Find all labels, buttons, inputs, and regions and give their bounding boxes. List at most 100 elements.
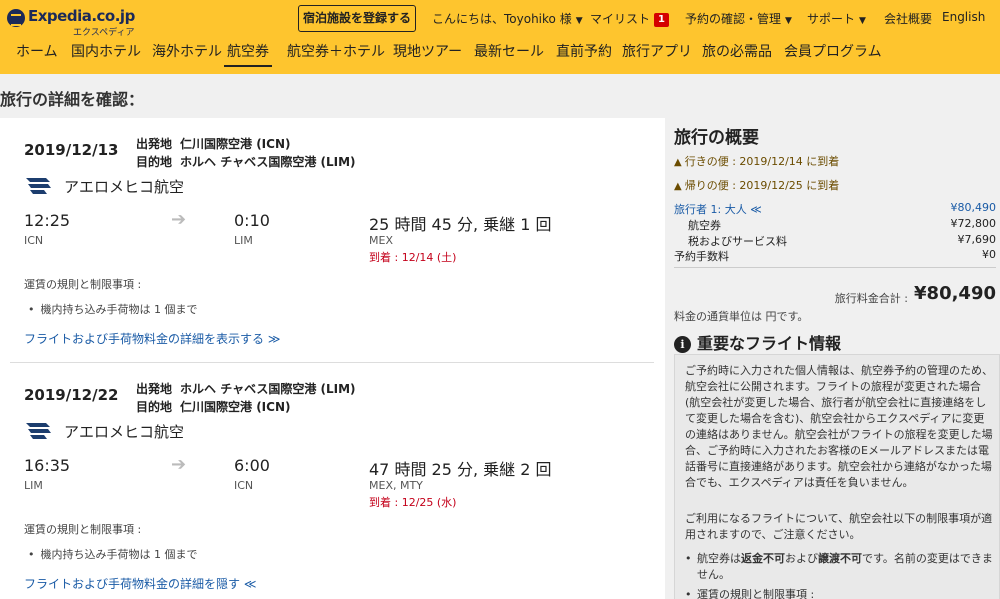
- origin-row: 出発地 ホルヘ チャベス国際空港 (LIM): [136, 380, 356, 397]
- origin-value: 仁川国際空港 (ICN): [180, 137, 291, 151]
- chevron-down-icon: ▼: [575, 16, 583, 26]
- arrival-time: 6:00: [234, 456, 270, 475]
- trips-menu[interactable]: 予約の確認・管理 ▼: [685, 10, 792, 27]
- destination-label: 目的地: [136, 400, 173, 414]
- travelers-amount: ¥80,490: [950, 201, 997, 214]
- departure-time: 16:35: [24, 456, 71, 475]
- hide-details-link[interactable]: フライトおよび手荷物料金の詳細を隠す ≪: [24, 575, 256, 592]
- arrow-right-icon: ➔: [171, 209, 187, 230]
- destination-label: 目的地: [136, 155, 173, 169]
- connection-airports: MEX: [369, 234, 393, 247]
- airfare-amount: ¥72,800: [950, 217, 997, 230]
- currency-note: 料金の通貨単位は 円です。: [674, 310, 809, 323]
- airline-name: アエロメヒコ航空: [64, 423, 185, 441]
- travelers-toggle[interactable]: 旅行者 1: 大人 ≪: [674, 201, 762, 217]
- nav-flight-hotel[interactable]: 航空券＋ホテル: [287, 41, 385, 67]
- company-link[interactable]: 会社概要: [884, 10, 932, 27]
- booking-fee-label: 予約手数料: [674, 250, 729, 263]
- register-property-button[interactable]: 宿泊施設を登録する: [298, 5, 416, 32]
- outbound-arrival-text: 行きの便 : 2019/12/14 に到着: [684, 155, 840, 168]
- page-title: 旅行の詳細を確認：: [0, 90, 145, 109]
- flight-date: 2019/12/13: [24, 141, 119, 159]
- nav-home[interactable]: ホーム: [16, 41, 58, 67]
- summary-divider: [674, 267, 996, 268]
- arrival-code: ICN: [234, 479, 254, 492]
- nav-sale[interactable]: 最新セール: [474, 41, 544, 67]
- show-details-link[interactable]: フライトおよび手荷物料金の詳細を表示する ≫: [24, 330, 280, 347]
- nav-app[interactable]: 旅行アプリ: [622, 41, 692, 67]
- booking-fee-amount: ¥0: [982, 248, 996, 261]
- important-info-heading: i 重要なフライト情報: [674, 330, 841, 354]
- expedia-logo[interactable]: Expedia.co.jp エクスペディア: [7, 7, 135, 38]
- globe-icon: [7, 9, 25, 27]
- departure-code: LIM: [24, 479, 43, 492]
- info-emphasis: 譲渡不可: [818, 552, 862, 565]
- mylist-label: マイリスト: [590, 12, 651, 26]
- info-emphasis: 返金不可: [741, 552, 785, 565]
- nav-membership[interactable]: 会員プログラム: [784, 41, 882, 67]
- return-arrival-text: 帰りの便 : 2019/12/25 に到着: [684, 179, 840, 192]
- arrival-date-note: 到着 : 12/14 (土): [369, 251, 457, 264]
- aeromexico-logo-icon: [26, 423, 51, 439]
- destination-row: 目的地 ホルヘ チャベス国際空港 (LIM): [136, 153, 356, 170]
- nav-domestic-hotel[interactable]: 国内ホテル: [71, 41, 141, 67]
- arrival-code: LIM: [234, 234, 253, 247]
- trips-label: 予約の確認・管理: [685, 12, 782, 26]
- airline-name: アエロメヒコ航空: [64, 178, 185, 196]
- chevron-down-icon: ▼: [785, 16, 792, 26]
- arrival-time: 0:10: [234, 211, 270, 230]
- nav-essentials[interactable]: 旅の必需品: [702, 41, 772, 67]
- info-icon: i: [674, 336, 691, 353]
- warning-icon: ▲: [674, 157, 682, 168]
- nav-tours[interactable]: 現地ツアー: [393, 41, 462, 67]
- connection-airports: MEX, MTY: [369, 479, 423, 492]
- origin-label: 出発地: [136, 382, 173, 396]
- segment-divider: [10, 362, 654, 363]
- origin-value: ホルヘ チャベス国際空港 (LIM): [180, 382, 356, 396]
- nav-overseas-hotel[interactable]: 海外ホテル: [152, 41, 222, 67]
- destination-value: ホルヘ チャベス国際空港 (LIM): [180, 155, 356, 169]
- logo-sub: エクスペディア: [73, 28, 135, 38]
- tax-label: 税およびサービス料: [688, 235, 787, 248]
- greeting-text: こんにちは、Toyohiko 様: [432, 12, 572, 26]
- support-label: サポート: [807, 12, 856, 26]
- trip-summary-panel: 旅行の概要 ▲ 行きの便 : 2019/12/14 に到着 ▲ 帰りの便 : 201…: [666, 118, 1000, 599]
- account-menu[interactable]: こんにちは、Toyohiko 様 ▼: [432, 10, 583, 27]
- logo-name: Expedia.co.jp: [28, 7, 135, 25]
- flight-date: 2019/12/22: [24, 386, 119, 404]
- fare-rule-item: 機内持ち込み手荷物は 1 個まで: [28, 301, 198, 317]
- flight-duration: 47 時間 25 分, 乗継 2 回: [369, 460, 552, 479]
- info-list-item: 運賃の規則と制限事項 :: [685, 587, 995, 599]
- mylist-link[interactable]: マイリスト 1: [590, 10, 669, 27]
- origin-label: 出発地: [136, 137, 173, 151]
- info-paragraph: ご予約時に入力された個人情報は、航空券予約の管理のため、航空会社に公開されます。…: [685, 364, 993, 489]
- total-label: 旅行料金合計 :: [834, 292, 908, 305]
- departure-time: 12:25: [24, 211, 71, 230]
- arrival-date-note: 到着 : 12/25 (水): [369, 496, 457, 509]
- flight-details-card: 2019/12/13 出発地 仁川国際空港 (ICN) 目的地 ホルヘ チャベス国際…: [0, 118, 665, 599]
- destination-value: 仁川国際空港 (ICN): [180, 400, 291, 414]
- total-amount: ¥80,490: [914, 283, 996, 304]
- info-list-item: 航空券は返金不可および譲渡不可です。名前の変更はできません。: [685, 551, 995, 583]
- outbound-arrival-warning: ▲ 行きの便 : 2019/12/14 に到着: [674, 153, 839, 169]
- fare-rules-title: 運賃の規則と制限事項 :: [24, 278, 142, 291]
- tax-amount: ¥7,690: [957, 233, 997, 246]
- info-text: および: [785, 552, 818, 565]
- nav-last-minute[interactable]: 直前予約: [556, 41, 612, 67]
- destination-row: 目的地 仁川国際空港 (ICN): [136, 398, 290, 415]
- return-arrival-warning: ▲ 帰りの便 : 2019/12/25 に到着: [674, 177, 839, 193]
- flight-duration: 25 時間 45 分, 乗継 1 回: [369, 215, 552, 234]
- support-menu[interactable]: サポート ▼: [807, 10, 866, 27]
- language-link[interactable]: English: [942, 10, 985, 24]
- warning-icon: ▲: [674, 181, 682, 192]
- important-info-title: 重要なフライト情報: [697, 334, 842, 353]
- departure-code: ICN: [24, 234, 44, 247]
- main-nav: ホーム 国内ホテル 海外ホテル 航空券 航空券＋ホテル 現地ツアー 最新セール …: [0, 38, 1000, 68]
- nav-flights[interactable]: 航空券: [224, 41, 272, 67]
- origin-row: 出発地 仁川国際空港 (ICN): [136, 135, 290, 152]
- info-text: 航空券は: [697, 552, 741, 565]
- important-info-box: ご予約時に入力された個人情報は、航空券予約の管理のため、航空会社に公開されます。…: [674, 354, 1000, 599]
- fare-rule-item: 機内持ち込み手荷物は 1 個まで: [28, 546, 198, 562]
- info-paragraph: ご利用になるフライトについて、航空会社以下の制限事項が適用されますので、ご注意く…: [685, 512, 993, 541]
- top-header: Expedia.co.jp エクスペディア 宿泊施設を登録する こんにちは、To…: [0, 0, 1000, 74]
